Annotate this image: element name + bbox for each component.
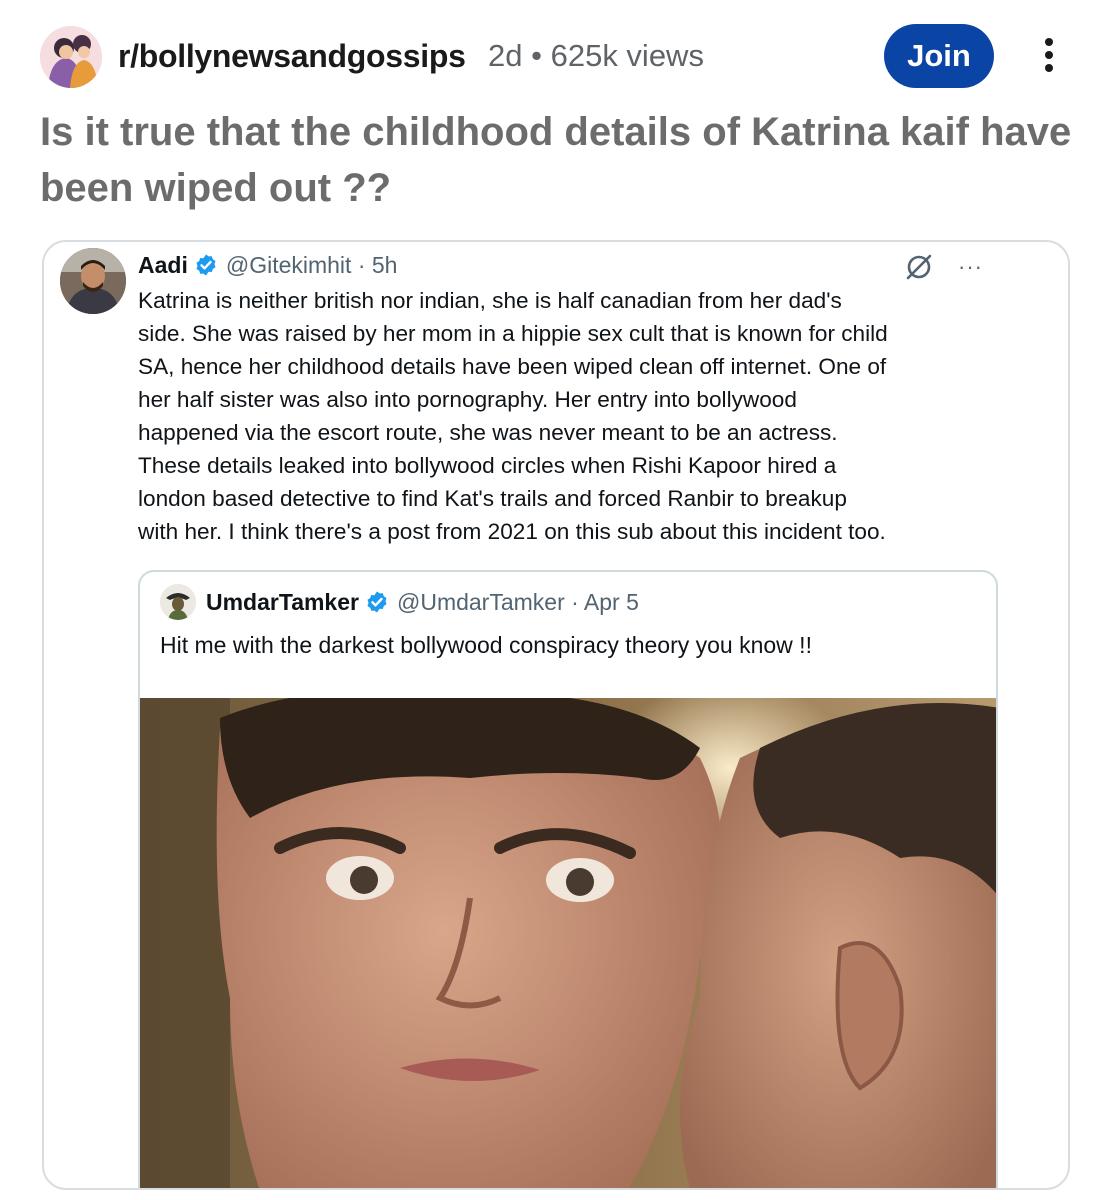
post-header: r/bollynewsandgossips 2d • 625k views Jo… (40, 24, 1080, 88)
verified-badge-icon (367, 591, 387, 613)
quoted-tweet[interactable]: UmdarTamker @UmdarTamker · Apr 5 Hit me … (138, 570, 998, 1190)
quoted-handle-time: @UmdarTamker · Apr 5 (396, 588, 639, 615)
subreddit-avatar[interactable] (40, 26, 102, 88)
tweet-body: Katrina is neither british nor indian, s… (138, 284, 1038, 548)
view-count: 625k views (550, 38, 704, 73)
tweet-author-avatar (60, 248, 126, 314)
tweet-tools: ··· (892, 250, 1002, 284)
tweet-line: SA, hence her childhood details have bee… (138, 354, 887, 379)
tweet-author-row: Aadi @Gitekimhit · 5h (138, 250, 397, 280)
tweet-line: happened via the escort route, she was n… (138, 420, 838, 445)
quoted-tweet-text: Hit me with the darkest bollywood conspi… (160, 632, 812, 658)
grok-icon[interactable] (904, 252, 934, 282)
tweet-line: Katrina is neither british nor indian, s… (138, 288, 842, 313)
quoted-author-row: UmdarTamker @UmdarTamker · Apr 5 (160, 584, 639, 620)
quoted-author-avatar (160, 584, 196, 620)
tweet-line: with her. I think there's a post from 20… (138, 519, 886, 544)
meta-separator: • (531, 38, 542, 73)
more-icon[interactable]: ··· (958, 254, 983, 280)
tweet-screenshot[interactable]: Aadi @Gitekimhit · 5h ··· Katrina is nei… (42, 240, 1070, 1190)
tweet-line: her half sister was also into pornograph… (138, 387, 797, 412)
meme-image[interactable] (140, 698, 998, 1190)
tweet-handle-time: @Gitekimhit · 5h (225, 251, 398, 278)
tweet-line: These details leaked into bollywood circ… (138, 453, 837, 478)
post-age: 2d (488, 38, 523, 73)
tweet-author-name[interactable]: Aadi (138, 252, 188, 279)
join-button[interactable]: Join (884, 24, 994, 88)
post-meta: 2d • 625k views (488, 38, 704, 74)
tweet-line: london based detective to find Kat's tra… (138, 486, 847, 511)
verified-badge-icon (196, 254, 216, 276)
tweet-line: side. She was raised by her mom in a hip… (138, 321, 888, 346)
quoted-author-name[interactable]: UmdarTamker (206, 589, 359, 616)
post-title[interactable]: Is it true that the childhood details of… (40, 104, 1080, 216)
subreddit-name[interactable]: r/bollynewsandgossips (118, 38, 466, 75)
more-options-icon[interactable] (1034, 30, 1064, 80)
